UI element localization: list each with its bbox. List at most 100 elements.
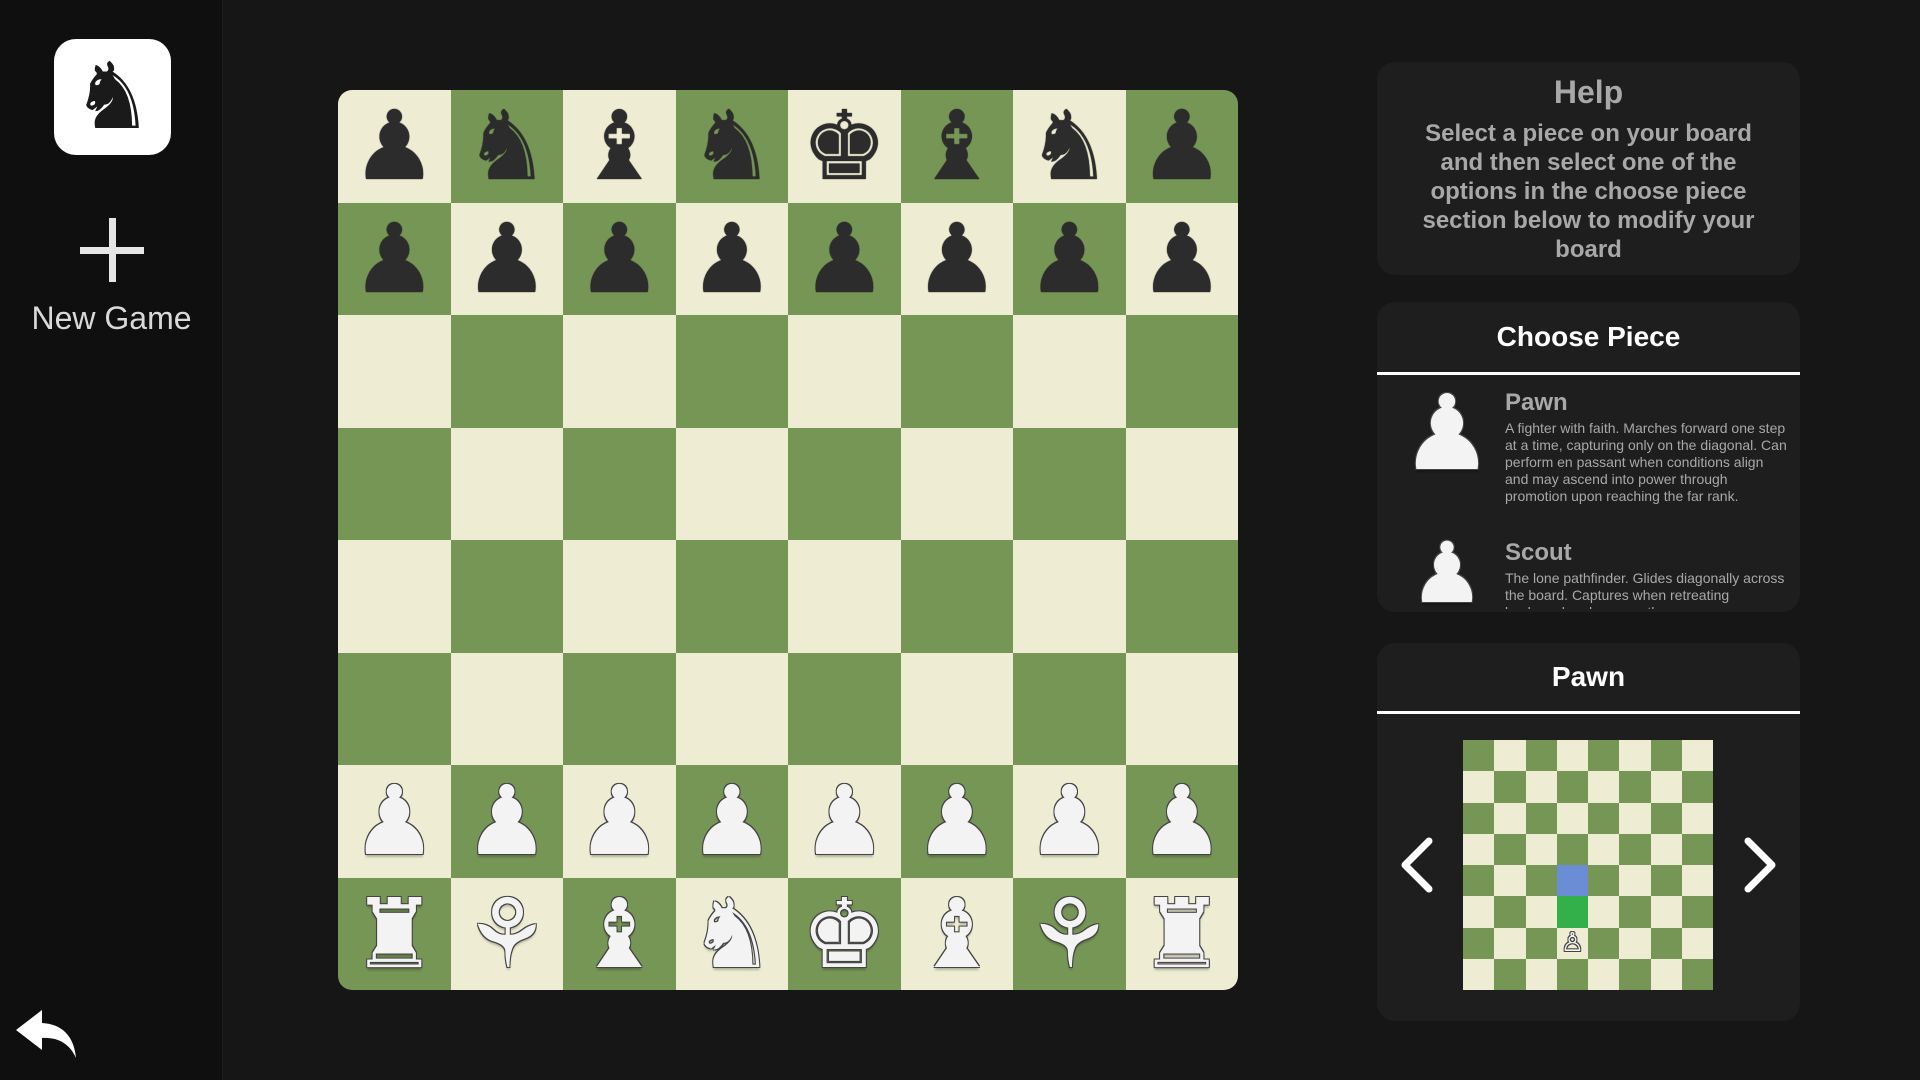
board-square[interactable] — [1013, 427, 1126, 540]
board-square[interactable] — [1013, 315, 1126, 428]
board-square[interactable]: ♜ — [338, 877, 451, 990]
board-square[interactable] — [1125, 652, 1238, 765]
board-square[interactable]: ♞ — [1013, 90, 1126, 203]
black-pawn-icon: ♟ — [1026, 202, 1113, 315]
board-square[interactable]: ♟ — [338, 90, 451, 203]
preview-square — [1619, 802, 1651, 834]
white-crusader-bishop-icon: ♝ — [913, 877, 1000, 990]
new-game-button[interactable]: New Game — [0, 218, 223, 358]
board-square[interactable]: ♟ — [563, 202, 676, 315]
piece-option-name: Pawn — [1505, 389, 1568, 416]
board-square[interactable]: ♟ — [563, 765, 676, 878]
piece-option-description: A fighter with faith. Marches forward on… — [1505, 420, 1787, 504]
board-square[interactable] — [675, 652, 788, 765]
board-square[interactable]: ♝ — [900, 90, 1013, 203]
preview-square — [1650, 833, 1682, 865]
board-square[interactable] — [900, 315, 1013, 428]
board-square[interactable] — [450, 315, 563, 428]
piece-option-scout[interactable]: ♟ Scout The lone pathfinder. Glides diag… — [1377, 525, 1800, 609]
previous-piece-button[interactable] — [1397, 835, 1437, 895]
board-square[interactable]: ♟ — [450, 765, 563, 878]
board-square[interactable] — [450, 540, 563, 653]
board-square[interactable]: ♟ — [900, 202, 1013, 315]
board-square[interactable] — [563, 427, 676, 540]
black-pawn-icon: ♟ — [1138, 90, 1225, 203]
board-square[interactable] — [563, 315, 676, 428]
preview-square — [1463, 802, 1495, 834]
board-square[interactable]: ♟ — [338, 202, 451, 315]
board-square[interactable]: ♟ — [788, 202, 901, 315]
black-knight-icon: ♞ — [1026, 90, 1113, 203]
board-square[interactable] — [788, 540, 901, 653]
white-rook-icon: ♜ — [351, 877, 438, 990]
board-square[interactable] — [900, 540, 1013, 653]
white-pawn-icon: ♟ — [688, 765, 775, 878]
black-knight-icon: ♞ — [463, 90, 550, 203]
board-square[interactable]: ♟ — [1013, 765, 1126, 878]
board-square[interactable]: ♟ — [450, 202, 563, 315]
app-logo[interactable]: ♞ — [54, 39, 171, 155]
preview-square — [1494, 802, 1526, 834]
board-square[interactable]: ♞ — [675, 877, 788, 990]
board-square[interactable]: ♟ — [788, 765, 901, 878]
board-square[interactable]: ♟ — [1125, 202, 1238, 315]
choose-piece-list[interactable]: ♟ Pawn A fighter with faith. Marches for… — [1377, 375, 1800, 609]
board-square[interactable]: ♟ — [1013, 202, 1126, 315]
board-square[interactable] — [1125, 427, 1238, 540]
white-fairy-icon: ⚘ — [1026, 877, 1113, 990]
board-square[interactable] — [338, 652, 451, 765]
preview-square — [1463, 927, 1495, 959]
preview-square — [1463, 771, 1495, 803]
board-square[interactable] — [788, 427, 901, 540]
board-square[interactable] — [450, 427, 563, 540]
piece-option-name: Scout — [1505, 539, 1572, 566]
piece-option-pawn[interactable]: ♟ Pawn A fighter with faith. Marches for… — [1377, 375, 1800, 525]
board-square[interactable]: ♟ — [675, 765, 788, 878]
board-square[interactable]: ♜ — [1125, 877, 1238, 990]
board-square[interactable] — [1125, 315, 1238, 428]
preview-square — [1619, 865, 1651, 897]
board-square[interactable]: ♟ — [1125, 765, 1238, 878]
preview-square — [1494, 833, 1526, 865]
board-square[interactable] — [788, 315, 901, 428]
black-pawn-icon: ♟ — [576, 202, 663, 315]
board-square[interactable] — [675, 315, 788, 428]
board-square[interactable]: ♚ — [788, 877, 901, 990]
board-square[interactable]: ♟ — [1125, 90, 1238, 203]
chevron-left-icon — [1401, 837, 1433, 893]
undo-button[interactable] — [14, 1006, 80, 1062]
board-square[interactable]: ♚ — [788, 90, 901, 203]
board-square[interactable] — [563, 540, 676, 653]
board-square[interactable]: ♟ — [338, 765, 451, 878]
board-square[interactable]: ⚘ — [1013, 877, 1126, 990]
choose-piece-title: Choose Piece — [1377, 302, 1800, 375]
board-square[interactable]: ♟ — [675, 202, 788, 315]
board-square[interactable] — [338, 315, 451, 428]
preview-square — [1556, 740, 1588, 772]
board-square[interactable]: ♞ — [450, 90, 563, 203]
board-square[interactable] — [675, 540, 788, 653]
board-square[interactable] — [788, 652, 901, 765]
board-square[interactable]: ♝ — [900, 877, 1013, 990]
board-square[interactable] — [675, 427, 788, 540]
board-square[interactable]: ⚘ — [450, 877, 563, 990]
board-square[interactable] — [450, 652, 563, 765]
board-square[interactable] — [1013, 540, 1126, 653]
board-square[interactable]: ♝ — [563, 90, 676, 203]
board-square[interactable] — [1013, 652, 1126, 765]
board-square[interactable] — [1125, 540, 1238, 653]
preview-title: Pawn — [1377, 643, 1800, 714]
preview-square — [1525, 771, 1557, 803]
board-square[interactable] — [338, 540, 451, 653]
board-square[interactable]: ♞ — [675, 90, 788, 203]
board-square[interactable] — [900, 427, 1013, 540]
board-square[interactable] — [563, 652, 676, 765]
preview-square — [1619, 896, 1651, 928]
board-square[interactable] — [338, 427, 451, 540]
board-square[interactable]: ♟ — [900, 765, 1013, 878]
white-pawn-icon: ♟ — [463, 765, 550, 878]
board-square[interactable] — [900, 652, 1013, 765]
preview-square — [1525, 833, 1557, 865]
next-piece-button[interactable] — [1740, 835, 1780, 895]
board-square[interactable]: ♝ — [563, 877, 676, 990]
